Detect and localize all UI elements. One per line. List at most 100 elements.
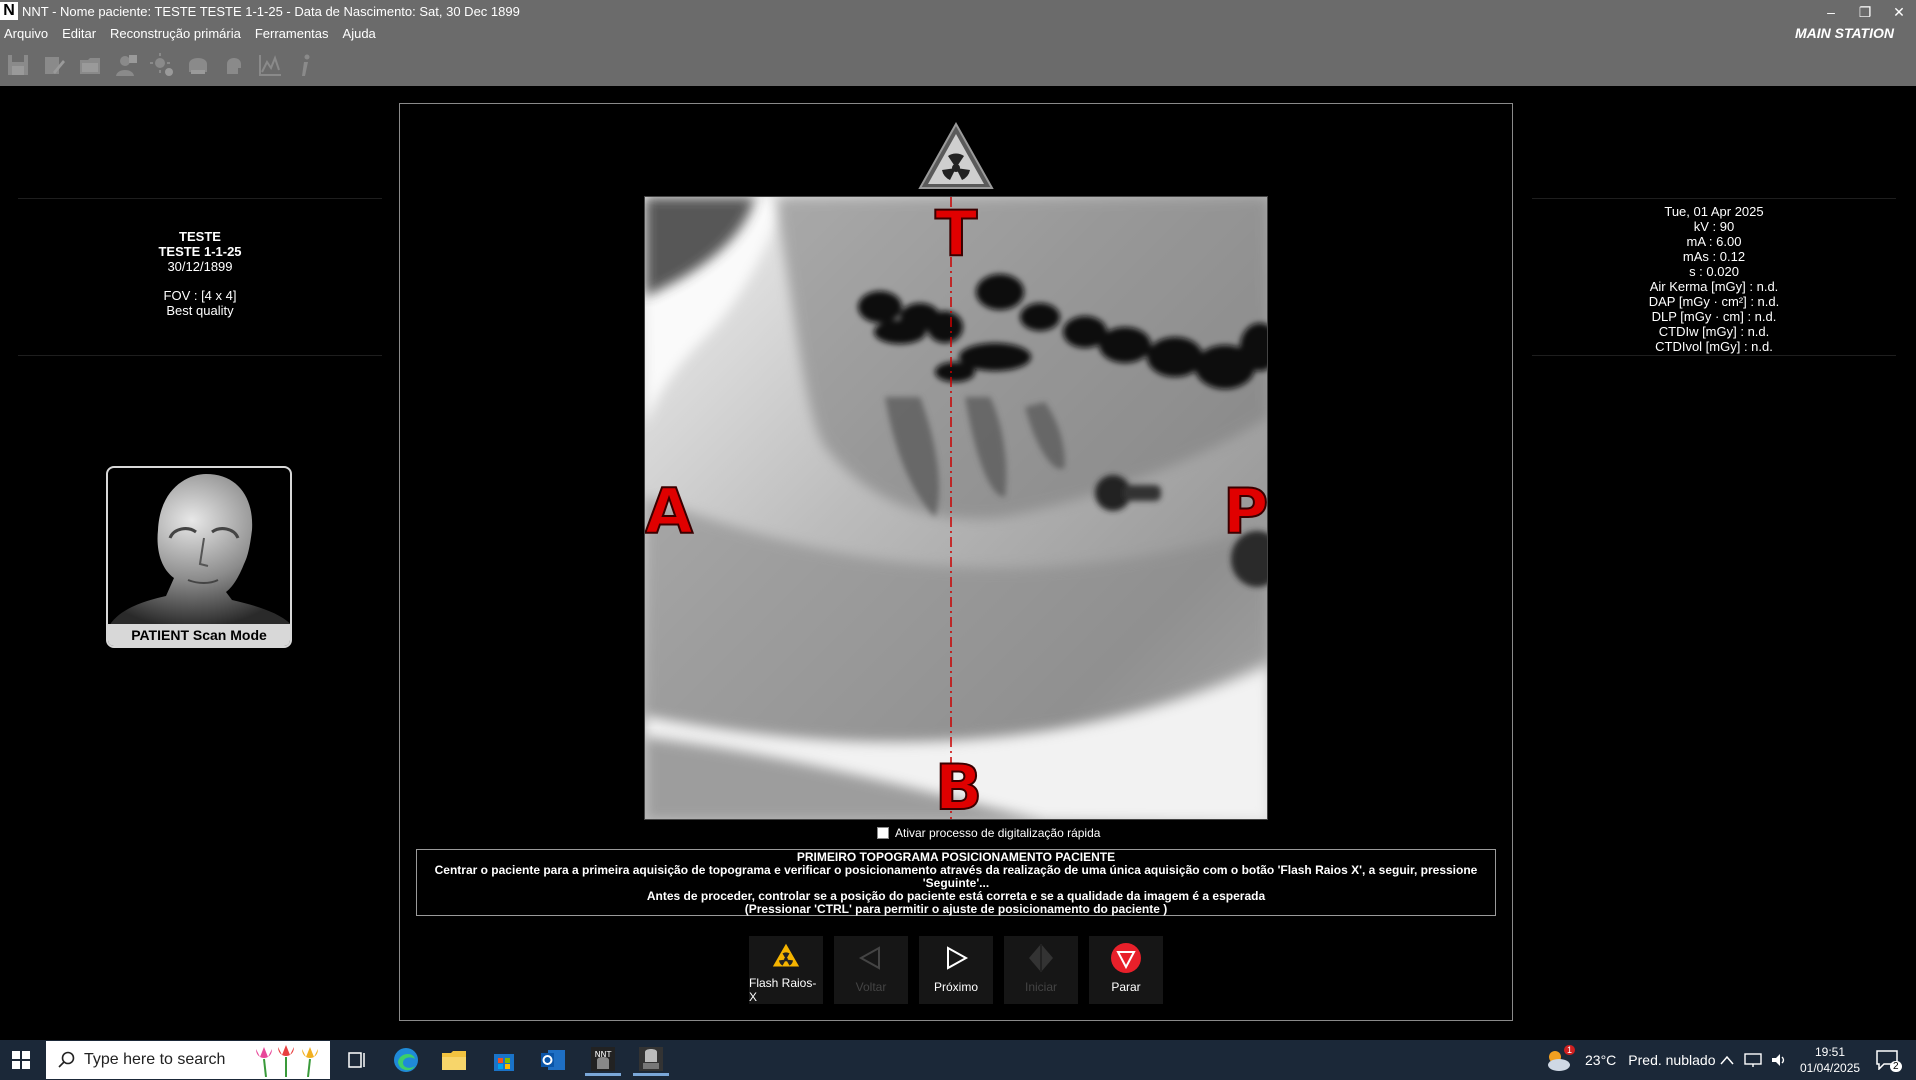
taskbar-search-box[interactable]: Type here to search [46, 1041, 330, 1079]
start-label: Iniciar [1024, 980, 1057, 994]
fast-scan-checkbox[interactable] [877, 827, 889, 839]
start-button[interactable]: Iniciar [1004, 936, 1078, 1004]
tulips-icon [256, 1045, 318, 1077]
xray-viewport[interactable]: T B A P [644, 196, 1268, 820]
s-value: s : 0.020 [1689, 264, 1739, 279]
scan-mode-card[interactable]: PATIENT Scan Mode [106, 466, 292, 648]
toolbar [0, 48, 328, 82]
menu-ajuda[interactable]: Ajuda [339, 24, 380, 44]
kv-value: kV : 90 [1693, 219, 1735, 234]
head-model-icon [108, 474, 290, 628]
window-controls: – ❐ ✕ [1814, 0, 1916, 24]
close-button[interactable]: ✕ [1882, 0, 1916, 24]
action-bar: Flash Raios-X Voltar Próximo Iniciar Par… [749, 936, 1174, 1004]
nnt-app-icon[interactable]: NNT [585, 1044, 621, 1076]
instruction-line1: Centrar o paciente para a primeira aquis… [434, 863, 1478, 890]
brightness-icon[interactable] [148, 51, 176, 79]
patient-id: TESTE 1-1-25 [158, 244, 242, 259]
file-explorer-icon[interactable] [436, 1044, 472, 1076]
back-label: Voltar [855, 980, 887, 994]
clock-time: 19:51 [1814, 1045, 1846, 1059]
store-icon[interactable] [486, 1044, 522, 1076]
notifications-button[interactable]: 2 [1876, 1040, 1910, 1080]
back-button[interactable]: Voltar [834, 936, 908, 1004]
title-bar: N NNT - Nome paciente: TESTE TESTE 1-1-2… [0, 0, 1916, 24]
menu-reconstrucao[interactable]: Reconstrução primária [106, 24, 245, 44]
radiation-warning-icon [918, 122, 994, 189]
taskbar-clock[interactable]: 19:51 01/04/2025 [1800, 1044, 1860, 1076]
dap-value: DAP [mGy · cm²] : n.d. [1648, 294, 1780, 309]
volume-icon[interactable] [1770, 1052, 1788, 1068]
exposure-info-panel: Tue, 01 Apr 2025 kV : 90 mA : 6.00 mAs :… [1532, 198, 1896, 356]
orientation-left-label: A [645, 474, 694, 549]
stop-label: Parar [1111, 980, 1141, 994]
mas-value: mAs : 0.12 [1682, 249, 1746, 264]
weather-widget[interactable]: 1 23°C Pred. nublado [1544, 1040, 1715, 1080]
quality-value: Best quality [166, 303, 234, 318]
stop-icon [1111, 943, 1141, 973]
exposure-date: Tue, 01 Apr 2025 [1664, 204, 1764, 219]
fov-value: FOV : [4 x 4] [163, 288, 237, 303]
outlook-icon[interactable] [535, 1044, 571, 1076]
orientation-bottom-label: B [934, 750, 983, 820]
folder-icon[interactable] [76, 51, 104, 79]
next-label: Próximo [933, 980, 978, 994]
triangle-right-icon [947, 946, 969, 970]
orientation-top-label: T [934, 197, 978, 271]
stop-button[interactable]: Parar [1089, 936, 1163, 1004]
triangle-left-icon [858, 946, 880, 970]
search-placeholder: Type here to search [84, 1051, 226, 1068]
search-icon [58, 1051, 75, 1068]
orientation-right-label: P [1222, 474, 1268, 549]
instruction-panel: PRIMEIRO TOPOGRAMA POSICIONAMENTO PACIEN… [416, 849, 1496, 916]
task-view-icon[interactable] [340, 1044, 376, 1076]
start-button[interactable] [0, 1040, 42, 1080]
weather-badge: 1 [1564, 1045, 1576, 1055]
dlp-value: DLP [mGy · cm] : n.d. [1651, 309, 1777, 324]
patient-icon[interactable] [112, 51, 140, 79]
edge-icon[interactable] [388, 1044, 424, 1076]
radiation-icon [772, 943, 800, 967]
menu-ferramentas[interactable]: Ferramentas [251, 24, 333, 44]
minimize-button[interactable]: – [1814, 0, 1848, 24]
chevron-up-icon[interactable] [1720, 1055, 1734, 1065]
patient-birthdate: 30/12/1899 [167, 259, 233, 274]
ctdivol-value: CTDIvol [mGy] : n.d. [1655, 339, 1773, 354]
xray-topogram-image [645, 197, 1267, 819]
edit-icon[interactable] [40, 51, 68, 79]
patient-info-panel: TESTE TESTE 1-1-25 30/12/1899 FOV : [4 x… [18, 198, 382, 356]
station-label: MAIN STATION [1794, 25, 1894, 41]
menu-bar: Arquivo Editar Reconstrução primária Fer… [0, 24, 386, 44]
menu-arquivo[interactable]: Arquivo [0, 24, 52, 44]
diamond-icon [1029, 944, 1053, 972]
air-kerma-value: Air Kerma [mGy] : n.d. [1649, 279, 1779, 294]
flash-xray-label: Flash Raios-X [749, 976, 817, 1004]
weather-text: Pred. nublado [1628, 1052, 1716, 1068]
clock-date: 01/04/2025 [1800, 1061, 1861, 1075]
info-icon[interactable] [292, 51, 320, 79]
flash-xray-button[interactable]: Flash Raios-X [749, 936, 823, 1004]
instruction-line3: (Pressionar 'CTRL' para permitir o ajust… [744, 902, 1168, 916]
save-icon[interactable] [4, 51, 32, 79]
weather-temp: 23°C [1585, 1052, 1617, 1068]
ma-value: mA : 6.00 [1686, 234, 1742, 249]
system-tray [1720, 1040, 1788, 1080]
fast-scan-label: Ativar processo de digitalização rápida [895, 826, 1101, 840]
next-button[interactable]: Próximo [919, 936, 993, 1004]
skull-icon[interactable] [184, 51, 212, 79]
windows-logo-icon [12, 1051, 30, 1069]
app-logo: N [0, 2, 18, 20]
newtom-app-icon[interactable] [633, 1044, 669, 1076]
scan-mode-label: PATIENT Scan Mode [108, 624, 290, 646]
window-title: NNT - Nome paciente: TESTE TESTE 1-1-25 … [22, 4, 520, 19]
app-header: N NNT - Nome paciente: TESTE TESTE 1-1-2… [0, 0, 1916, 86]
ctdiw-value: CTDIw [mGy] : n.d. [1658, 324, 1770, 339]
patient-name: TESTE [179, 229, 221, 244]
head-icon[interactable] [220, 51, 248, 79]
network-icon[interactable] [1744, 1052, 1762, 1068]
notification-count: 2 [1890, 1060, 1902, 1072]
restore-button[interactable]: ❐ [1848, 0, 1882, 24]
fast-scan-option[interactable]: Ativar processo de digitalização rápida [877, 826, 1100, 840]
chart-icon[interactable] [256, 51, 284, 79]
menu-editar[interactable]: Editar [58, 24, 100, 44]
